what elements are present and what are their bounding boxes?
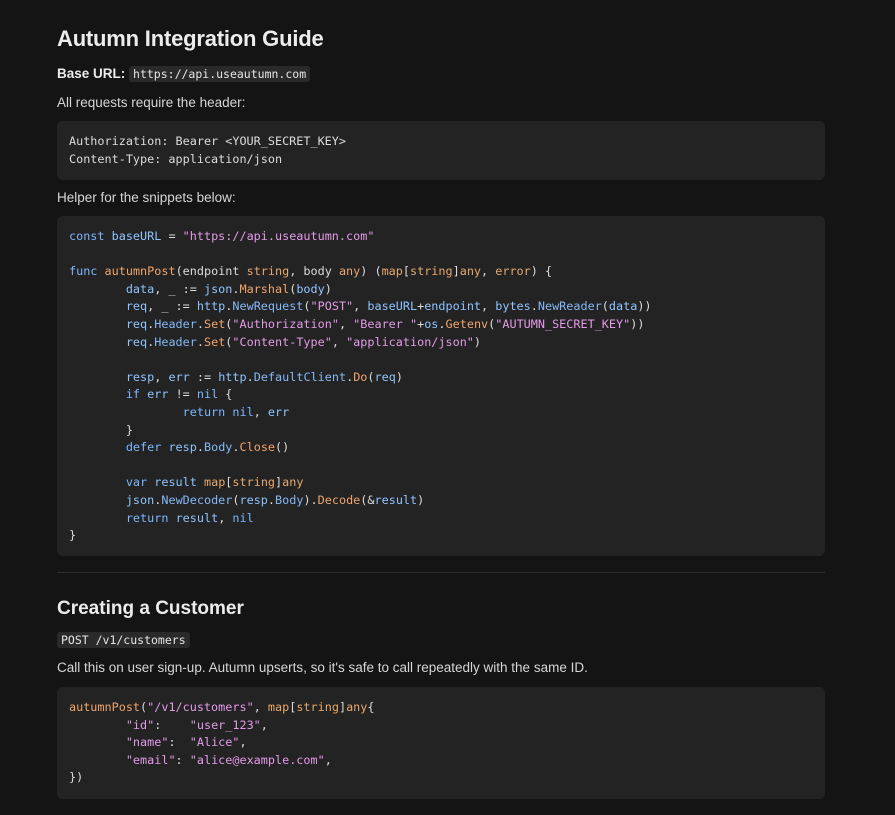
code-line: Authorization: Bearer <YOUR_SECRET_KEY> bbox=[69, 134, 346, 148]
page-title: Autumn Integration Guide bbox=[57, 26, 324, 51]
header-code-block[interactable]: Authorization: Bearer <YOUR_SECRET_KEY> C… bbox=[57, 121, 825, 180]
code-line: autumnPost("/v1/customers", map[string]a… bbox=[69, 700, 375, 714]
base-url-line: Base URL: https://api.useautumn.com bbox=[57, 66, 311, 82]
code-line: func autumnPost(endpoint string, body an… bbox=[69, 264, 553, 279]
code-line: req.Header.Set("Content-Type", "applicat… bbox=[125, 334, 482, 349]
header-intro: All requests require the header: bbox=[57, 95, 246, 110]
code-line: var result map[string]any bbox=[125, 475, 304, 490]
code-line: } bbox=[69, 528, 77, 543]
helper-intro: Helper for the snippets below: bbox=[57, 190, 236, 205]
helper-code-block[interactable]: const baseURL = "https://api.useautumn.c… bbox=[57, 216, 825, 556]
code-line: Content-Type: application/json bbox=[69, 151, 283, 166]
code-line: resp, err := http.DefaultClient.Do(req) bbox=[125, 369, 403, 384]
section-title-creating-customer: Creating a Customer bbox=[57, 598, 244, 619]
base-url-value[interactable]: https://api.useautumn.com bbox=[129, 66, 311, 82]
code-line: return nil, err bbox=[182, 404, 290, 419]
section-divider bbox=[57, 572, 825, 573]
code-line: req, _ := http.NewRequest("POST", baseUR… bbox=[125, 299, 652, 314]
code-line: "name": "Alice", bbox=[125, 735, 247, 750]
code-line: if err != nil { bbox=[125, 387, 233, 402]
code-line: data, _ := json.Marshal(body) bbox=[125, 281, 332, 296]
customer-description: Call this on user sign-up. Autumn upsert… bbox=[57, 660, 588, 675]
base-url-label: Base URL: bbox=[57, 66, 126, 81]
code-line: return result, nil bbox=[125, 510, 254, 525]
code-line: defer resp.Body.Close() bbox=[125, 440, 290, 455]
endpoint-line: POST /v1/customers bbox=[57, 632, 190, 648]
code-line: json.NewDecoder(resp.Body).Decode(&resul… bbox=[125, 492, 425, 507]
customer-code-block[interactable]: autumnPost("/v1/customers", map[string]a… bbox=[57, 687, 825, 799]
code-line: }) bbox=[69, 770, 84, 785]
code-line: "email": "alice@example.com", bbox=[125, 752, 332, 767]
code-line: "id": "user_123", bbox=[125, 717, 268, 732]
endpoint-badge[interactable]: POST /v1/customers bbox=[57, 632, 190, 648]
code-line: req.Header.Set("Authorization", "Bearer … bbox=[125, 316, 645, 331]
code-line: } bbox=[69, 422, 133, 437]
code-line: const baseURL = "https://api.useautumn.c… bbox=[69, 229, 375, 243]
